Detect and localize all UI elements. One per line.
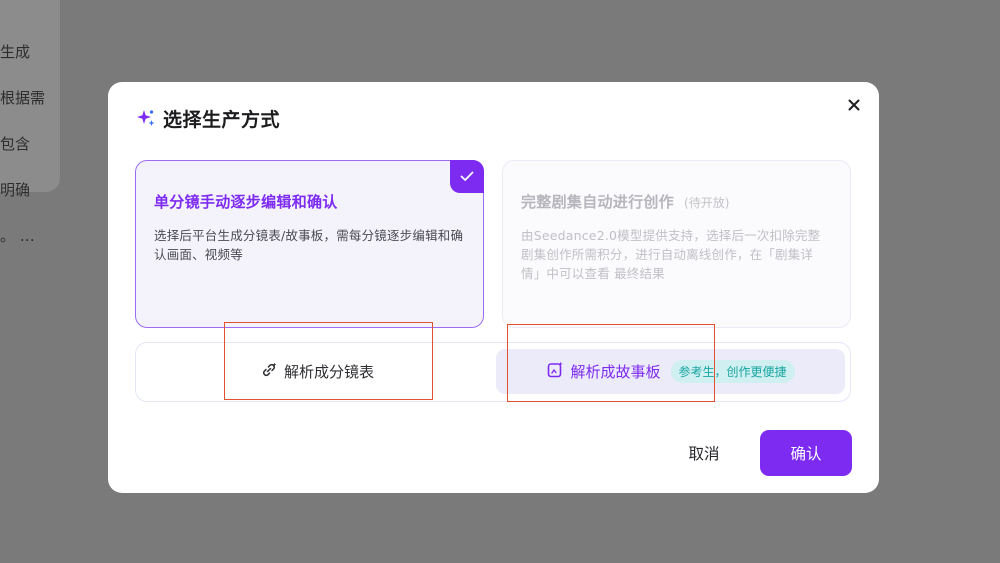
confirm-button[interactable]: 确认 <box>760 430 852 476</box>
parse-to-storyboard-board-button[interactable]: 解析成故事板 参考生，创作更便捷 <box>496 349 845 394</box>
dialog-title: 选择生产方式 <box>163 108 281 131</box>
cancel-button[interactable]: 取消 <box>674 430 734 476</box>
parse-mode-toggle: 解析成分镜表 解析成故事板 参考生，创作更便捷 <box>135 342 851 402</box>
dialog-header: 选择生产方式 <box>136 104 280 132</box>
parse-option-label: 解析成故事板 <box>570 363 661 381</box>
check-icon <box>450 160 484 193</box>
background-line: 根据需 <box>0 89 46 107</box>
background-line: 。 … <box>0 227 35 245</box>
option-title-row: 单分镜手动逐步编辑和确认 <box>154 191 465 212</box>
production-mode-dialog: 选择生产方式 单分镜手动逐步编辑和确认 选择后平台生成分镜表/故事板，需每分镜逐… <box>108 82 879 493</box>
option-auto-episode: 完整剧集自动进行创作 (待开放) 由Seedance2.0模型提供支持，选择后一… <box>502 160 851 328</box>
board-spark-icon <box>546 361 564 383</box>
option-description: 选择后平台生成分镜表/故事板，需每分镜逐步编辑和确认画面、视频等 <box>154 228 464 262</box>
option-title: 完整剧集自动进行创作 <box>521 193 675 211</box>
sparkle-icon <box>136 108 156 128</box>
background-card: 生成 根据需 包含 明确 。 … <box>0 0 60 245</box>
parse-option-label: 解析成分镜表 <box>283 363 374 381</box>
option-manual-storyboard[interactable]: 单分镜手动逐步编辑和确认 选择后平台生成分镜表/故事板，需每分镜逐步编辑和确认画… <box>135 160 484 328</box>
close-icon[interactable] <box>845 96 863 114</box>
background-line: 明确 <box>0 181 31 199</box>
option-description: 由Seedance2.0模型提供支持，选择后一次扣除完整剧集创作所需积分，进行自… <box>521 228 821 281</box>
background-card-text: 生成 根据需 包含 明确 。 … <box>0 18 60 271</box>
option-title: 单分镜手动逐步编辑和确认 <box>154 193 338 211</box>
background-line: 包含 <box>0 135 31 153</box>
link-spark-icon <box>260 361 278 383</box>
option-title-row: 完整剧集自动进行创作 (待开放) <box>521 191 832 212</box>
recommend-badge: 参考生，创作更便捷 <box>670 360 795 383</box>
coming-soon-tag: (待开放) <box>684 196 730 210</box>
background-line: 生成 <box>0 43 31 61</box>
parse-to-storyboard-table-button[interactable]: 解析成分镜表 <box>142 349 492 394</box>
